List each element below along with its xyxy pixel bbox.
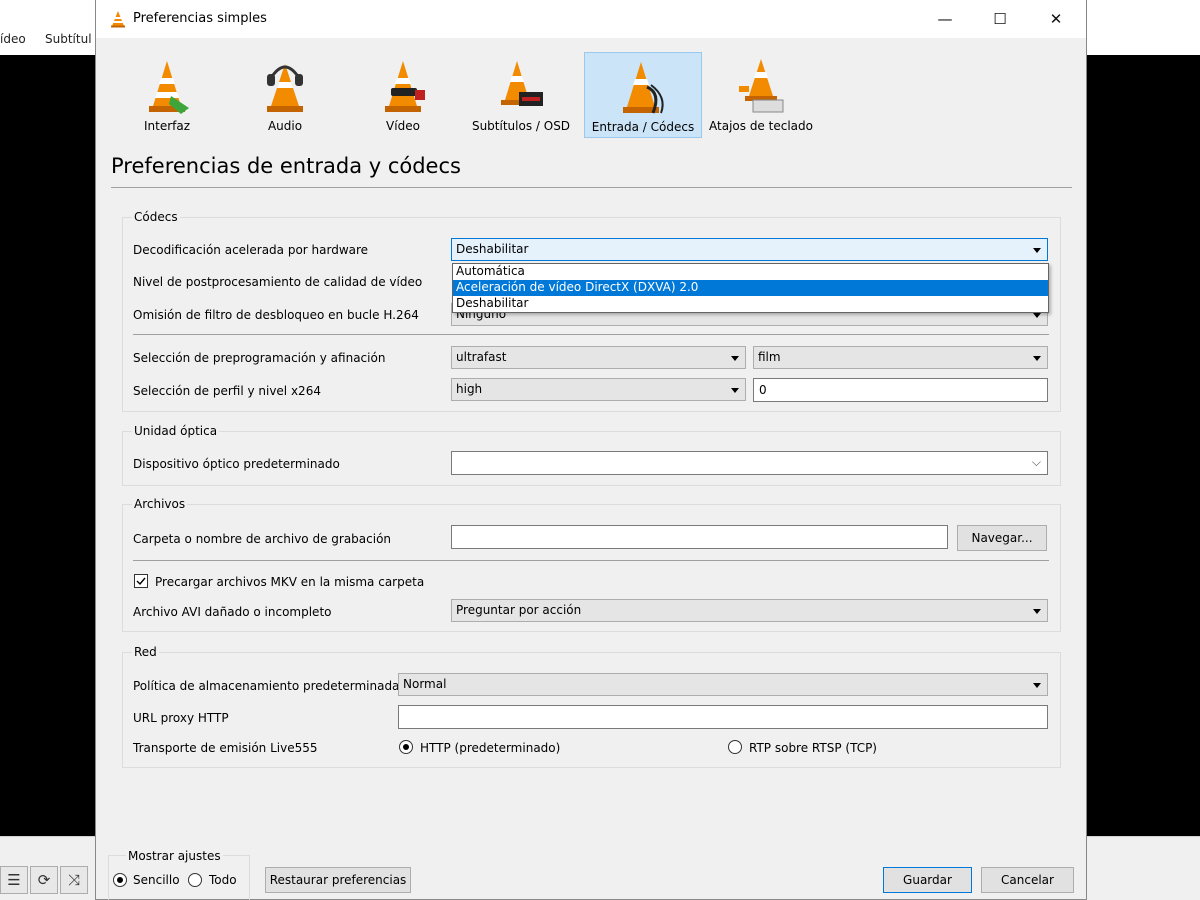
profile-label: Selección de perfil y nivel x264 <box>133 384 321 398</box>
record-path-input[interactable] <box>451 525 948 549</box>
codecs-group-title: Códecs <box>132 210 180 224</box>
dropdown-option[interactable]: Deshabilitar <box>453 296 1048 312</box>
vlc-cone-icon <box>111 11 125 28</box>
level-input[interactable]: 0 <box>753 378 1048 402</box>
playlist-icon[interactable]: ☰ <box>0 866 28 894</box>
optical-device-label: Dispositivo óptico predeterminado <box>133 457 340 471</box>
preset-select[interactable]: ultrafast <box>451 346 746 369</box>
avi-label: Archivo AVI dañado o incompleto <box>133 605 332 619</box>
save-button[interactable]: Guardar <box>883 867 972 893</box>
minimize-button[interactable]: — <box>922 0 968 38</box>
chevron-down-icon <box>1033 609 1041 614</box>
proxy-input[interactable] <box>398 705 1048 729</box>
page-title: Preferencias de entrada y códecs <box>111 154 461 178</box>
reset-preferences-button[interactable]: Restaurar preferencias <box>265 867 411 893</box>
tab-label: Interfaz <box>143 119 191 133</box>
title-bar[interactable]: Preferencias simples — ☐ ✕ <box>96 0 1086 38</box>
h264-skip-label: Omisión de filtro de desbloqueo en bucle… <box>133 308 419 322</box>
tab-entrada-codecs[interactable]: Entrada / Códecs <box>584 52 702 138</box>
postproc-label: Nivel de postprocesamiento de calidad de… <box>133 275 423 289</box>
audio-headphones-cone-icon <box>267 64 303 112</box>
caching-select[interactable]: Normal <box>398 673 1048 696</box>
tab-label: Vídeo <box>386 119 420 133</box>
interface-cone-icon <box>149 61 189 114</box>
preferences-dialog: Preferencias simples — ☐ ✕ Interfaz Audi… <box>95 0 1087 900</box>
cancel-button[interactable]: Cancelar <box>981 867 1074 893</box>
chevron-down-icon <box>1033 356 1041 361</box>
proxy-label: URL proxy HTTP <box>133 711 229 725</box>
dropdown-option[interactable]: Automática <box>453 264 1048 280</box>
shuffle-icon[interactable]: ⤨ <box>60 866 88 894</box>
tab-subtitulos[interactable]: Subtítulos / OSD <box>462 52 580 138</box>
preload-mkv-label[interactable]: Precargar archivos MKV en la misma carpe… <box>155 575 424 589</box>
chevron-down-icon <box>1033 313 1041 318</box>
show-settings-title: Mostrar ajustes <box>126 849 223 863</box>
tab-audio[interactable]: Audio <box>226 52 344 138</box>
video-glasses-cone-icon <box>385 61 425 112</box>
rtp-radio-label[interactable]: RTP sobre RTSP (TCP) <box>749 741 877 755</box>
profile-select[interactable]: high <box>451 378 746 401</box>
chevron-down-icon <box>731 356 739 361</box>
avi-select[interactable]: Preguntar por acción <box>451 599 1048 622</box>
menu-subtitles[interactable]: Subtítul <box>45 32 92 46</box>
preset-label: Selección de preprogramación y afinación <box>133 351 386 365</box>
tab-interfaz[interactable]: Interfaz <box>108 52 226 138</box>
dropdown-option-highlighted[interactable]: Aceleración de vídeo DirectX (DXVA) 2.0 <box>453 280 1048 296</box>
hw-decoding-label: Decodificación acelerada por hardware <box>133 243 369 257</box>
tab-label: Atajos de teclado <box>709 119 813 133</box>
caching-label: Política de almacenamiento predeterminad… <box>133 679 400 693</box>
subtitles-cone-icon <box>501 61 543 106</box>
tab-video[interactable]: Vídeo <box>344 52 462 138</box>
simple-radio[interactable] <box>113 873 127 887</box>
files-group-title: Archivos <box>132 497 188 511</box>
avi-value: Preguntar por acción <box>456 603 582 617</box>
chevron-down-icon <box>731 388 739 393</box>
rtp-radio[interactable] <box>728 740 742 754</box>
simple-radio-label[interactable]: Sencillo <box>133 873 180 887</box>
http-radio-label[interactable]: HTTP (predeterminado) <box>420 741 560 755</box>
network-group-title: Red <box>132 645 159 659</box>
hw-decoding-value: Deshabilitar <box>456 242 529 256</box>
input-codecs-cone-icon <box>623 62 664 114</box>
all-radio[interactable] <box>188 873 202 887</box>
close-button[interactable]: ✕ <box>1033 0 1079 38</box>
tune-select[interactable]: film <box>753 346 1048 369</box>
optical-group-title: Unidad óptica <box>132 424 220 438</box>
preload-mkv-checkbox[interactable] <box>134 574 148 588</box>
window-title: Preferencias simples <box>133 11 267 26</box>
maximize-button[interactable]: ☐ <box>977 0 1023 38</box>
profile-value: high <box>456 382 483 396</box>
browse-button[interactable]: Navegar... <box>957 525 1047 551</box>
hw-decoding-select[interactable]: Deshabilitar <box>451 238 1048 261</box>
hotkeys-cone-icon <box>739 59 784 113</box>
optical-device-input[interactable]: ⌵ <box>451 451 1048 475</box>
hw-decoding-dropdown: Automática Aceleración de vídeo DirectX … <box>452 263 1049 313</box>
preset-value: ultrafast <box>456 350 507 364</box>
tab-label: Audio <box>267 119 303 133</box>
divider <box>111 187 1072 188</box>
chevron-down-icon <box>1033 683 1041 688</box>
chevron-down-icon[interactable]: ⌵ <box>1032 455 1041 470</box>
all-radio-label[interactable]: Todo <box>209 873 237 887</box>
tab-label: Entrada / Códecs <box>591 120 695 134</box>
divider <box>133 334 1049 335</box>
tune-value: film <box>758 350 781 364</box>
divider <box>133 560 1049 561</box>
caching-value: Normal <box>403 677 447 691</box>
live555-label: Transporte de emisión Live555 <box>133 741 318 755</box>
menu-video[interactable]: ídeo <box>0 32 26 46</box>
chevron-down-icon <box>1033 248 1041 253</box>
tab-atajos-teclado[interactable]: Atajos de teclado <box>702 52 820 138</box>
tab-label: Subtítulos / OSD <box>471 119 571 133</box>
loop-icon[interactable]: ⟳ <box>30 866 58 894</box>
checkmark-icon <box>136 577 146 586</box>
http-radio[interactable] <box>399 740 413 754</box>
record-path-label: Carpeta o nombre de archivo de grabación <box>133 532 392 546</box>
